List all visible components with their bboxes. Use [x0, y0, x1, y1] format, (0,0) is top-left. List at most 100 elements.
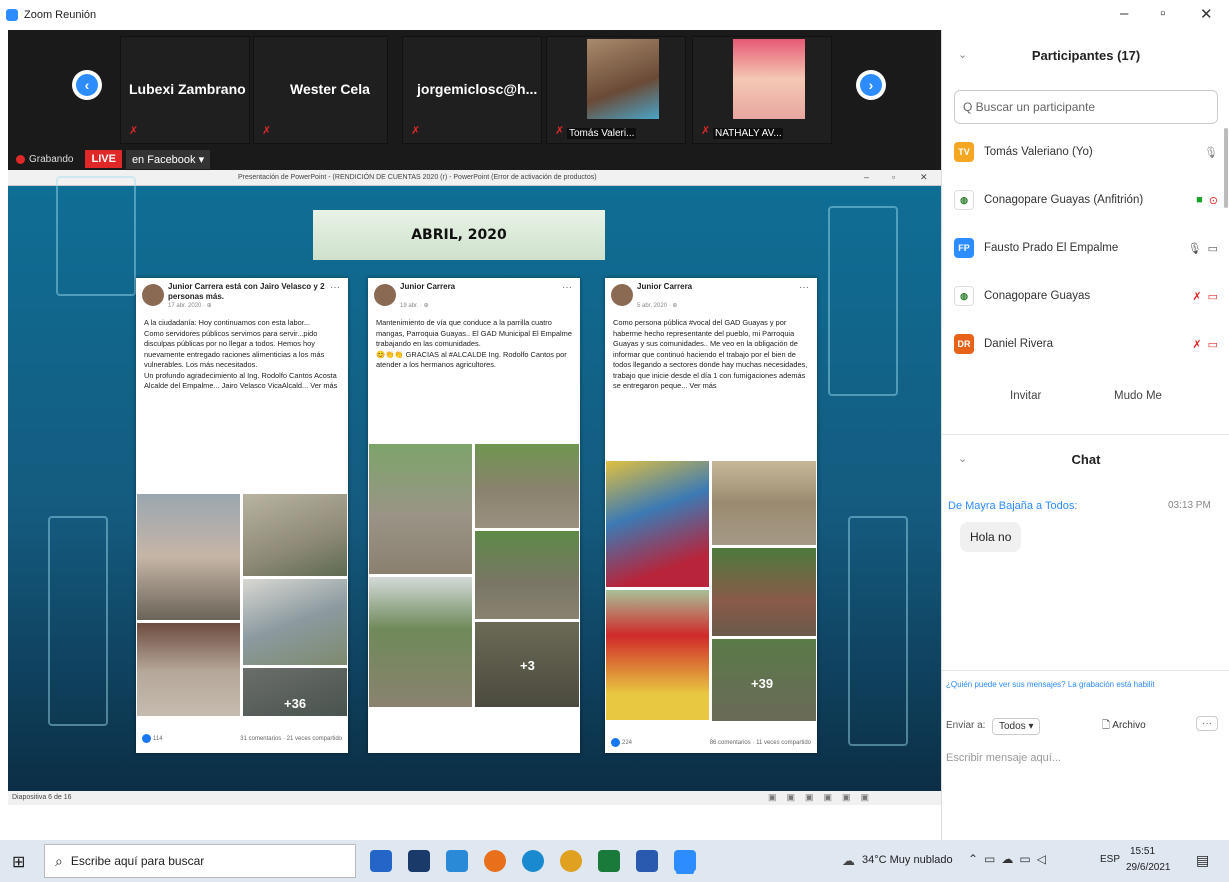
- taskbar-search-text: Escribe aquí para buscar: [70, 854, 205, 868]
- ppt-statusbar: Diapositiva 6 de 16 ▣▣▣▣▣▣: [8, 791, 941, 805]
- post-photo: [605, 589, 710, 721]
- video-tile[interactable]: jorgemiclosc@h... ✗: [402, 36, 542, 144]
- more-options-icon: ···: [562, 282, 572, 293]
- divider: [942, 434, 1229, 435]
- minimize-icon[interactable]: –: [1120, 5, 1128, 22]
- circuit-decoration: [848, 516, 908, 746]
- participant-name: Conagopare Guayas: [984, 290, 1091, 302]
- taskbar-search[interactable]: ⌕ Escribe aquí para buscar: [44, 844, 356, 878]
- facebook-post: Junior Carrera está con Jairo Velasco y …: [136, 278, 348, 753]
- maximize-icon[interactable]: ▫: [1160, 5, 1165, 22]
- invite-button[interactable]: Invitar: [1010, 390, 1041, 402]
- chat-input[interactable]: Escribir mensaje aquí...: [946, 752, 1061, 764]
- video-icon: ▭: [1207, 242, 1218, 255]
- post-body: A la ciudadanía: Hoy continuamos con est…: [144, 318, 338, 390]
- video-tile[interactable]: Lubexi Zambrano ✗: [120, 36, 250, 144]
- live-platform-dropdown[interactable]: en Facebook ▾: [125, 149, 211, 169]
- slide-counter: Diapositiva 6 de 16: [12, 794, 72, 801]
- muted-mic-icon: ✗: [1192, 338, 1202, 351]
- video-tile[interactable]: ✗ NATHALY AV...: [692, 36, 832, 144]
- zoom-taskbar-icon[interactable]: [674, 850, 696, 872]
- avatar: ◍: [954, 190, 974, 210]
- slide: ABRIL, 2020 Junior Carrera está con Jair…: [8, 176, 941, 791]
- post-photo: [136, 493, 241, 621]
- weather-text[interactable]: 34°C Muy nublado: [862, 854, 953, 866]
- participant-name: NATHALY AV...: [713, 128, 783, 139]
- language-indicator[interactable]: ESP: [1100, 854, 1120, 865]
- live-badge[interactable]: LIVE: [85, 150, 122, 168]
- next-page-button[interactable]: ›: [856, 70, 886, 100]
- file-button[interactable]: 🗋 Archivo: [1102, 718, 1146, 735]
- participant-name: Wester Cela: [290, 81, 370, 97]
- reaction-count-wrap: 114: [142, 734, 163, 743]
- participant-search-input[interactable]: Q Buscar un participante: [954, 90, 1218, 124]
- participant-row[interactable]: FP Fausto Prado El Empalme 🎙 ▭: [954, 230, 1218, 266]
- mail-icon[interactable]: [446, 850, 468, 872]
- post-footer-bar: 114 31 comentarios · 21 veces compartido: [136, 716, 348, 749]
- firefox-icon[interactable]: [484, 850, 506, 872]
- chrome-icon[interactable]: [560, 850, 582, 872]
- avatar: [142, 284, 164, 306]
- clock-date[interactable]: 29/6/2021: [1126, 862, 1171, 873]
- participant-row[interactable]: ◍ Conagopare Guayas (Anfitrión) ■ ⊙: [954, 182, 1218, 218]
- video-tile[interactable]: Wester Cela ✗: [253, 36, 388, 144]
- send-to-dropdown[interactable]: Todos ▾: [992, 718, 1041, 735]
- participants-scrollbar[interactable]: [1224, 128, 1228, 208]
- post-footer: 224 86 comentarios · 11 veces compartido: [611, 738, 811, 747]
- more-options-button[interactable]: ···: [1196, 716, 1218, 731]
- muted-mic-icon: ✗: [555, 125, 565, 137]
- search-icon: ⌕: [55, 852, 63, 869]
- file-button-label: Archivo: [1112, 720, 1146, 731]
- muted-mic-icon: ✗: [262, 125, 272, 137]
- like-reaction-icon: [142, 734, 151, 743]
- windows-start-icon[interactable]: ⊞: [12, 852, 25, 872]
- muted-mic-icon: ✗: [129, 125, 139, 137]
- prev-page-button[interactable]: ‹: [72, 70, 102, 100]
- participant-row[interactable]: DR Daniel Rivera ✗ ▭: [954, 326, 1218, 362]
- ppt-maximize-icon[interactable]: ▫: [892, 172, 895, 182]
- more-photos-count: +3: [520, 658, 535, 673]
- participant-name: jorgemiclosc@h...: [417, 81, 538, 97]
- post-photo: [368, 576, 473, 708]
- video-off-icon: ▭: [1207, 338, 1218, 351]
- chat-message: Hola no: [960, 522, 1022, 552]
- chat-time: 03:13 PM: [1168, 500, 1211, 511]
- clock-time[interactable]: 15:51: [1130, 846, 1155, 857]
- avatar: DR: [954, 334, 974, 354]
- screen-share-icon: ■: [1196, 194, 1203, 206]
- circuit-decoration: [56, 176, 136, 296]
- ppt-minimize-icon[interactable]: –: [864, 172, 869, 182]
- video-tile[interactable]: ✗ Tomás Valeri...: [546, 36, 686, 144]
- participant-name: Daniel Rivera: [984, 338, 1054, 350]
- post-photo: [368, 443, 473, 575]
- participant-name: Tomás Valeri...: [567, 128, 637, 139]
- participant-row[interactable]: ◍ Conagopare Guayas ✗ ▭: [954, 278, 1218, 314]
- avatar: ◍: [954, 286, 974, 306]
- system-tray-icons[interactable]: ⌃▭☁▭◁: [968, 852, 1052, 866]
- post-date: 17 abr. 2020 · ⊕: [168, 303, 212, 309]
- avatar: [611, 284, 633, 306]
- chat-notice[interactable]: ¿Quién puede ver sus mensajes? La grabac…: [946, 680, 1226, 689]
- post-photo: [711, 547, 817, 637]
- excel-icon[interactable]: [598, 850, 620, 872]
- close-icon[interactable]: ✕: [1200, 5, 1213, 23]
- word-icon[interactable]: [636, 850, 658, 872]
- mute-me-button[interactable]: Mudo Me: [1114, 390, 1162, 402]
- participant-row[interactable]: TV Tomás Valeriano (Yo) 🎙: [954, 134, 1218, 170]
- ppt-close-icon[interactable]: ✕: [920, 172, 928, 183]
- post-photo: [474, 443, 580, 529]
- notifications-icon[interactable]: ▤: [1196, 852, 1209, 869]
- post-date: 5 abr. 2020 · ⊕: [637, 303, 678, 309]
- store-icon[interactable]: [408, 850, 430, 872]
- file-icon: 🗋: [1102, 720, 1113, 731]
- zoom-footer: [8, 805, 941, 840]
- ppt-titlebar: Presentación de PowerPoint - (RENDICIÓN …: [8, 170, 941, 186]
- task-view-icon[interactable]: [370, 850, 392, 872]
- edge-icon[interactable]: [522, 850, 544, 872]
- slide-title: ABRIL, 2020: [313, 210, 605, 260]
- avatar: [374, 284, 396, 306]
- avatar: TV: [954, 142, 974, 162]
- post-body: Mantenimiento de vía que conduce a la pa…: [376, 318, 572, 369]
- post-footer: 114 31 comentarios · 21 veces compartido: [142, 734, 342, 743]
- view-buttons[interactable]: ▣▣▣▣▣▣: [768, 792, 879, 803]
